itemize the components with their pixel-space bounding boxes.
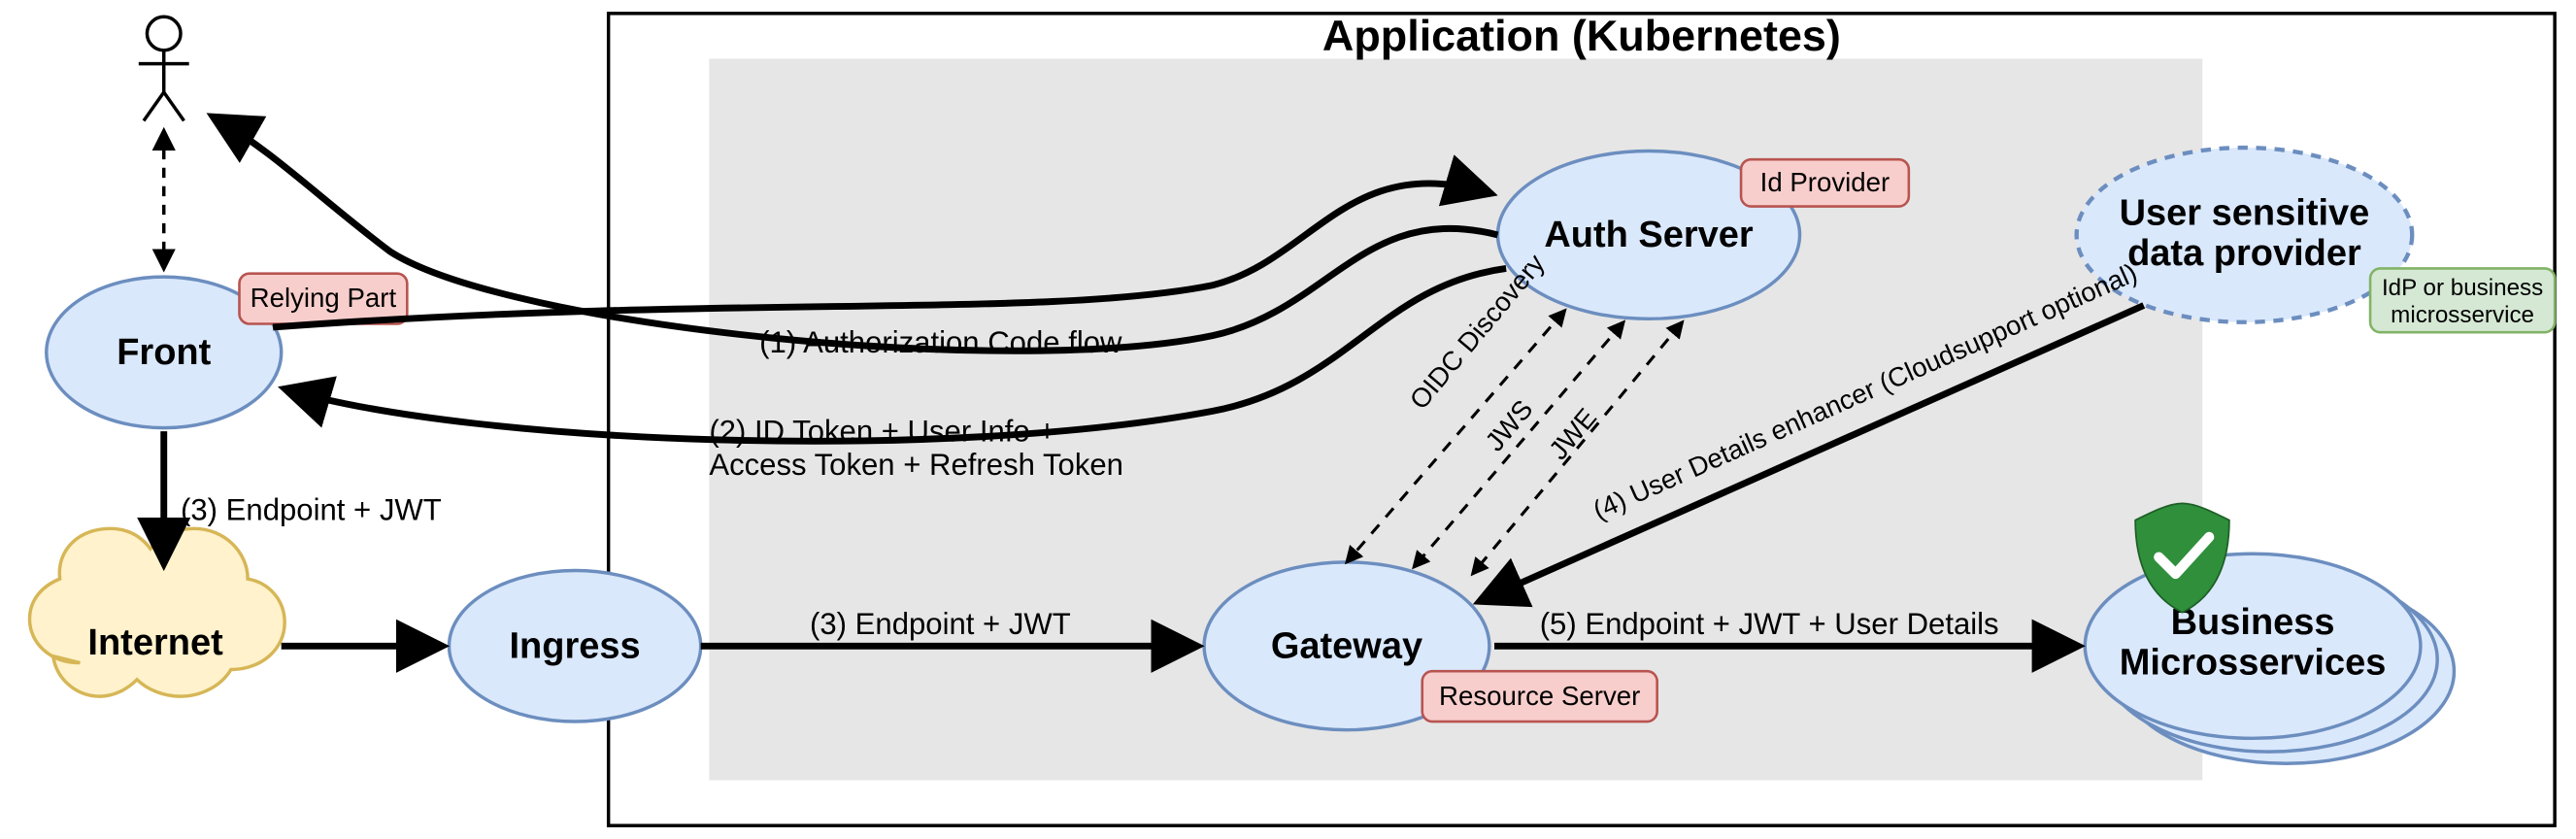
svg-text:data provider: data provider (2127, 233, 2361, 274)
relying-part-badge: Relying Part (240, 274, 408, 324)
ingress-node: Ingress (450, 571, 701, 722)
svg-text:Id Provider: Id Provider (1760, 167, 1890, 197)
auth-server-label: Auth Server (1544, 215, 1754, 255)
idp-business-badge: IdP or business microsservice (2370, 268, 2555, 332)
edge-3a-label: (3) Endpoint + JWT (181, 493, 442, 527)
container-title: Application (Kubernetes) (1322, 11, 1841, 60)
edge-5-label: (5) Endpoint + JWT + User Details (1540, 607, 1999, 641)
svg-text:IdP or business: IdP or business (2382, 275, 2543, 301)
architecture-diagram: Application (Kubernetes) Front Relying P… (0, 0, 2576, 839)
svg-text:Business: Business (2171, 602, 2335, 643)
user-sensitive-node: User sensitive data provider (2077, 148, 2413, 322)
svg-text:microsservice: microsservice (2391, 302, 2534, 328)
gateway-label: Gateway (1271, 625, 1422, 666)
svg-text:Resource Server: Resource Server (1439, 681, 1640, 711)
resource-server-badge: Resource Server (1422, 671, 1657, 722)
edge-2-label-l2: Access Token + Refresh Token (709, 448, 1123, 482)
internet-node: Internet (30, 528, 285, 696)
internet-label: Internet (87, 622, 223, 663)
front-label: Front (117, 332, 211, 373)
svg-text:Relying Part: Relying Part (251, 283, 397, 313)
svg-text:Microsservices: Microsservices (2120, 643, 2387, 684)
edge-1-label: (1) Authorization Code flow (759, 325, 1122, 359)
svg-text:User sensitive: User sensitive (2120, 193, 2370, 234)
edge-3b-label: (3) Endpoint + JWT (810, 607, 1071, 641)
edge-2-label-l1: (2) ID Token + User Info + (709, 414, 1055, 448)
ingress-label: Ingress (510, 625, 641, 666)
id-provider-badge: Id Provider (1741, 159, 1909, 206)
user-actor-icon (139, 17, 189, 120)
gateway-to-business-edge: (5) Endpoint + JWT + User Details (1494, 607, 2077, 646)
